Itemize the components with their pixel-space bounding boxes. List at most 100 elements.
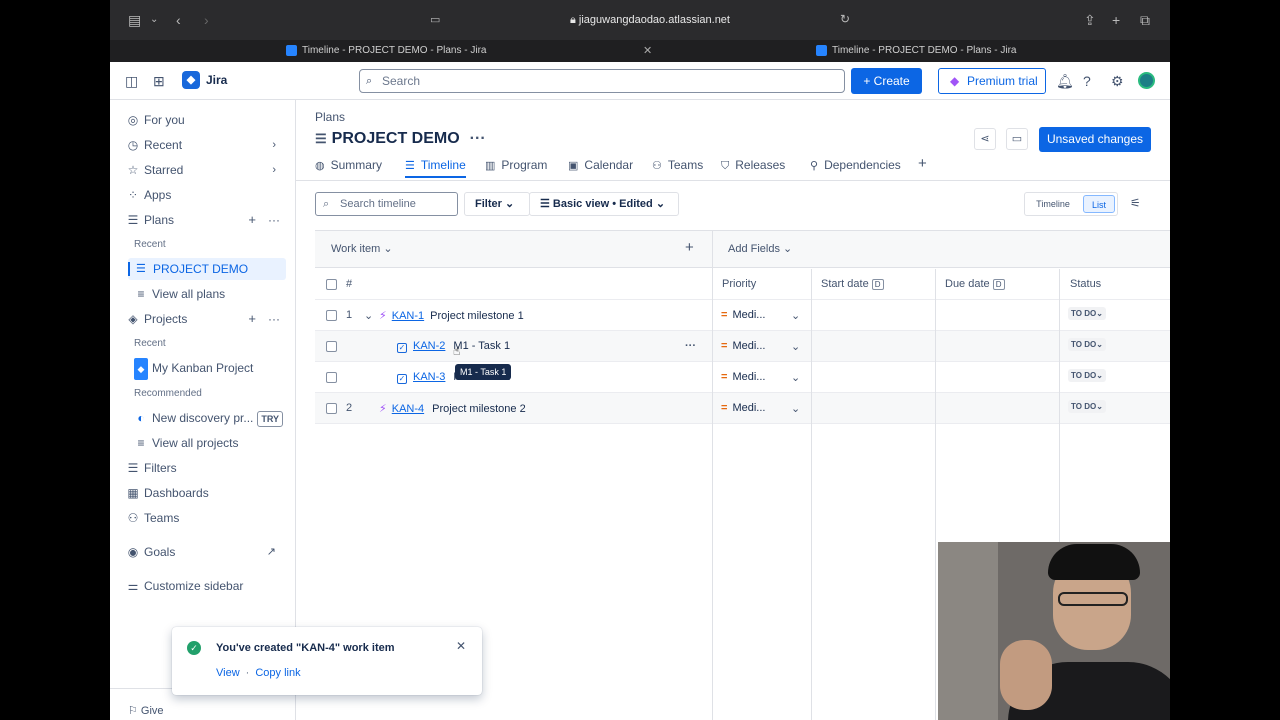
issue-summary[interactable]: Project milestone 1 <box>430 310 524 322</box>
close-icon[interactable]: ✕ <box>456 639 466 653</box>
forward-icon[interactable]: › <box>204 12 209 28</box>
priority-value[interactable]: Medi... <box>732 340 765 352</box>
filter-dropdown[interactable]: Filter ⌄ <box>464 192 530 216</box>
sidebar-item-view-all-projects[interactable]: ≡ View all projects <box>134 432 294 454</box>
chevron-down-icon[interactable]: ⌄ <box>791 340 800 353</box>
notifications-icon[interactable]: 🔔︎ <box>1056 73 1074 90</box>
page-settings-icon[interactable]: ▭ <box>430 13 440 26</box>
add-plan-icon[interactable]: + <box>248 209 256 231</box>
chevron-down-icon[interactable]: ⌄ <box>364 309 373 322</box>
sidebar-item-apps[interactable]: ⁘ Apps <box>126 184 286 206</box>
sidebar-item-recent[interactable]: ◷ Recent › <box>126 134 286 156</box>
select-all-checkbox[interactable] <box>326 279 337 290</box>
sidebar-item-projects[interactable]: ◈ Projects + ··· <box>126 308 286 330</box>
sidebar-item-for-you[interactable]: ◎ For you <box>126 109 286 131</box>
sidebar-item-starred[interactable]: ☆ Starred › <box>126 159 286 181</box>
column-header-status[interactable]: Status <box>1070 278 1101 290</box>
sidebar-item-view-all-plans[interactable]: ≡ View all plans <box>134 283 294 305</box>
table-row[interactable]: 2 ⚡︎ KAN-4 Project milestone 2 = Medi... ⌄ … <box>315 393 1170 424</box>
table-row[interactable]: ✓KAN-3M1 - Task 2 =Medi... ⌄ TO DO⌄ <box>315 362 1170 393</box>
search-input[interactable]: ⌕ Search <box>359 69 845 93</box>
browser-tab-2[interactable]: Timeline - PROJECT DEMO - Plans - Jira <box>816 40 1116 62</box>
tab-summary[interactable]: ◍ Summary <box>315 158 382 172</box>
add-project-icon[interactable]: + <box>248 308 256 330</box>
tab-calendar[interactable]: ▣ Calendar <box>568 158 633 172</box>
status-badge[interactable]: TO DO⌄ <box>1068 307 1106 320</box>
table-row[interactable]: 1 ⌄ ⚡︎ KAN-1 Project milestone 1 = Medi... … <box>315 300 1170 331</box>
row-checkbox[interactable] <box>326 310 337 321</box>
priority-value[interactable]: Medi... <box>732 309 765 321</box>
address-bar[interactable]: 🔒︎ jiaguwangdaodao.atlassian.net <box>440 10 860 30</box>
view-dropdown[interactable]: ☰ Basic view • Edited ⌄ <box>529 192 679 216</box>
column-header-priority[interactable]: Priority <box>722 278 756 290</box>
issue-key-link[interactable]: KAN-4 <box>392 403 424 415</box>
chevron-down-icon[interactable]: ⌄ <box>791 402 800 415</box>
sidebar-toggle-icon[interactable]: ▤ <box>128 12 141 29</box>
priority-value[interactable]: Medi... <box>732 371 765 383</box>
settings-gear-icon[interactable]: ⚙ <box>1111 73 1124 90</box>
row-checkbox[interactable] <box>326 403 337 414</box>
sidebar-item-goals[interactable]: ◉ Goals ↗ <box>126 541 286 563</box>
tab-releases[interactable]: ⛉ Releases <box>721 158 785 173</box>
toast-view-link[interactable]: View <box>216 667 240 679</box>
sidebar-item-plans[interactable]: ☰ Plans + ··· <box>126 209 286 231</box>
column-header-due-date[interactable]: Due date D <box>945 278 1005 290</box>
chevron-down-icon[interactable]: ⌄ <box>791 371 800 384</box>
sidebar-item-project-demo[interactable]: ☰ PROJECT DEMO <box>128 258 286 280</box>
more-actions-icon[interactable]: ··· <box>470 130 486 147</box>
product-name[interactable]: Jira <box>206 73 227 87</box>
issue-summary[interactable]: Project milestone 2 <box>432 403 526 415</box>
chevron-down-icon[interactable]: ⌄ <box>791 309 800 322</box>
status-badge[interactable]: TO DO⌄ <box>1068 400 1106 413</box>
status-badge[interactable]: TO DO⌄ <box>1068 338 1106 351</box>
new-tab-icon[interactable]: + <box>1112 12 1120 28</box>
more-icon[interactable]: ··· <box>268 209 280 231</box>
app-switcher-icon[interactable]: ⊞ <box>153 73 165 90</box>
issue-key-link[interactable]: KAN-2 <box>413 340 445 352</box>
premium-trial-button[interactable]: ◆ Premium trial <box>938 68 1046 94</box>
work-item-header[interactable]: Work item ⌄ <box>331 242 393 255</box>
close-tab-icon[interactable]: ✕ <box>643 40 652 62</box>
unsaved-changes-button[interactable]: Unsaved changes <box>1039 127 1151 152</box>
add-fields-button[interactable]: Add Fields ⌄ <box>728 242 792 255</box>
list-toggle-button[interactable]: List <box>1083 195 1115 213</box>
give-feedback-link[interactable]: ⚐ Give <box>128 704 164 717</box>
sidebar-item-kanban-project[interactable]: ◆ My Kanban Project <box>134 357 294 380</box>
help-icon[interactable]: ? <box>1083 73 1091 89</box>
row-more-icon[interactable]: ··· <box>685 340 696 352</box>
toast-copy-link[interactable]: Copy link <box>255 667 300 679</box>
view-settings-icon[interactable]: ⚟ <box>1130 196 1141 210</box>
issue-key-link[interactable]: KAN-3 <box>413 371 445 383</box>
column-header-start-date[interactable]: Start date D <box>821 278 884 290</box>
sidebar-item-new-discovery[interactable]: ◐ New discovery pr... TRY <box>134 407 294 429</box>
avatar[interactable] <box>1138 72 1155 89</box>
issue-key-link[interactable]: KAN-1 <box>392 310 424 322</box>
sidebar-item-dashboards[interactable]: ▦ Dashboards <box>126 482 286 504</box>
row-checkbox[interactable] <box>326 341 337 352</box>
timeline-toggle-button[interactable]: Timeline <box>1025 193 1081 215</box>
tab-overview-icon[interactable]: ⧉ <box>1140 12 1150 29</box>
add-tab-icon[interactable]: + <box>918 155 927 172</box>
row-checkbox[interactable] <box>326 372 337 383</box>
tab-program[interactable]: ▥ Program <box>485 158 547 172</box>
create-button[interactable]: + Create <box>851 68 922 94</box>
priority-value[interactable]: Medi... <box>732 402 765 414</box>
tab-dependencies[interactable]: ⚲ Dependencies <box>810 158 901 172</box>
table-row[interactable]: ✓ KAN-2 M1 - Task 1 ··· = Medi... ⌄ TO DO⌄ <box>315 331 1170 362</box>
back-icon[interactable]: ‹ <box>176 12 181 28</box>
tab-teams[interactable]: ⚇ Teams <box>652 158 703 172</box>
share-button[interactable]: ⋖ <box>974 128 996 150</box>
jira-logo-icon[interactable]: ◆ <box>182 71 200 89</box>
chevron-down-icon[interactable]: ⌄ <box>150 14 158 25</box>
tab-timeline[interactable]: ☰ Timeline <box>405 158 466 178</box>
sidebar-item-customize[interactable]: ⚌ Customize sidebar <box>126 575 286 597</box>
browser-tab-1[interactable]: Timeline - PROJECT DEMO - Plans - Jira <box>286 40 650 62</box>
status-badge[interactable]: TO DO⌄ <box>1068 369 1106 382</box>
add-work-item-icon[interactable]: + <box>685 239 694 256</box>
share-icon[interactable]: ⇪ <box>1084 12 1096 29</box>
sidebar-item-filters[interactable]: ☰ Filters <box>126 457 286 479</box>
feedback-button[interactable]: ▭ <box>1006 128 1028 150</box>
breadcrumb[interactable]: Plans <box>315 110 345 124</box>
reload-icon[interactable]: ↻ <box>840 12 850 26</box>
timeline-search-input[interactable]: ⌕ Search timeline <box>315 192 458 216</box>
